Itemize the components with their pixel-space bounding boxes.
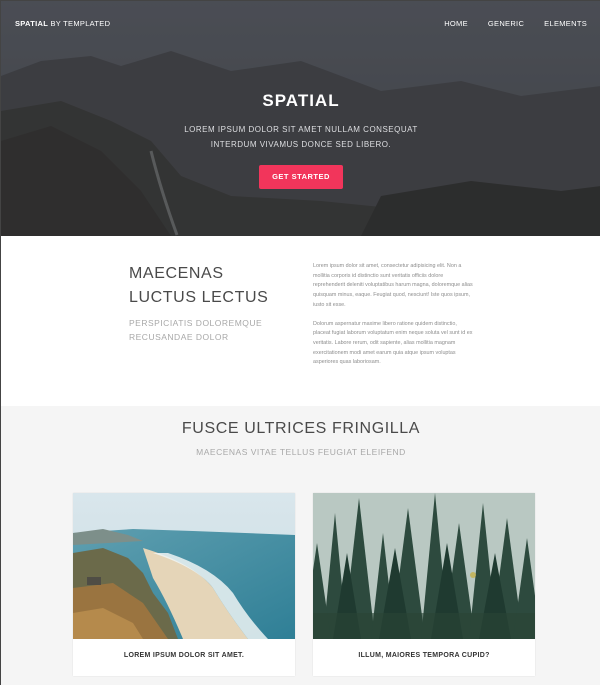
brand-logo[interactable]: SPATIAL BY TEMPLATED xyxy=(15,19,110,28)
features-subtitle: MAECENAS VITAE TELLUS FEUGIAT ELEIFEND xyxy=(196,447,406,457)
hero-title: SPATIAL xyxy=(262,91,340,110)
hero-subtitle: LOREM IPSUM DOLOR SIT AMET NULLAM CONSEQ… xyxy=(184,125,418,149)
nav-link-elements[interactable]: ELEMENTS xyxy=(544,19,587,28)
intro-header: MAECENAS LUCTUS LECTUS PERSPICIATIS DOLO… xyxy=(129,262,289,344)
top-nav: SPATIAL BY TEMPLATED HOME GENERIC ELEMEN… xyxy=(1,1,600,45)
nav-link-generic[interactable]: GENERIC xyxy=(488,19,524,28)
feature-card-forest[interactable]: ILLUM, MAIORES TEMPORA CUPID? xyxy=(313,493,535,676)
brand-name: SPATIAL xyxy=(15,18,49,28)
card-title-forest: ILLUM, MAIORES TEMPORA CUPID? xyxy=(358,652,490,659)
intro-heading: MAECENAS LUCTUS LECTUS xyxy=(129,262,289,310)
intro-paragraph-2: Dolorum aspernatur maxime libero ratione… xyxy=(313,320,473,366)
brand-byline: BY TEMPLATED xyxy=(48,18,111,28)
feature-card-coast[interactable]: LOREM IPSUM DOLOR SIT AMET. xyxy=(73,493,295,676)
nav-links: HOME GENERIC ELEMENTS xyxy=(424,19,587,28)
coastline-photo xyxy=(73,493,295,639)
intro-heading-line1: MAECENAS xyxy=(129,265,224,282)
forest-photo xyxy=(313,493,535,639)
hero-content: SPATIAL LOREM IPSUM DOLOR SIT AMET NULLA… xyxy=(1,91,600,189)
features-title: FUSCE ULTRICES FRINGILLA xyxy=(181,420,421,437)
get-started-button[interactable]: GET STARTED xyxy=(259,165,343,189)
features-section: FUSCE ULTRICES FRINGILLA MAECENAS VITAE … xyxy=(1,406,600,685)
intro-body: Lorem ipsum dolor sit amet, consectetur … xyxy=(313,262,473,368)
intro-tagline: PERSPICIATIS DOLOREMQUE RECUSANDAE DOLOR xyxy=(129,318,263,342)
nav-link-home[interactable]: HOME xyxy=(444,19,468,28)
intro-heading-line2: LUCTUS LECTUS xyxy=(129,289,269,306)
intro-section: MAECENAS LUCTUS LECTUS PERSPICIATIS DOLO… xyxy=(1,236,600,406)
card-title-coast: LOREM IPSUM DOLOR SIT AMET. xyxy=(123,652,245,659)
intro-paragraph-1: Lorem ipsum dolor sit amet, consectetur … xyxy=(313,263,473,308)
